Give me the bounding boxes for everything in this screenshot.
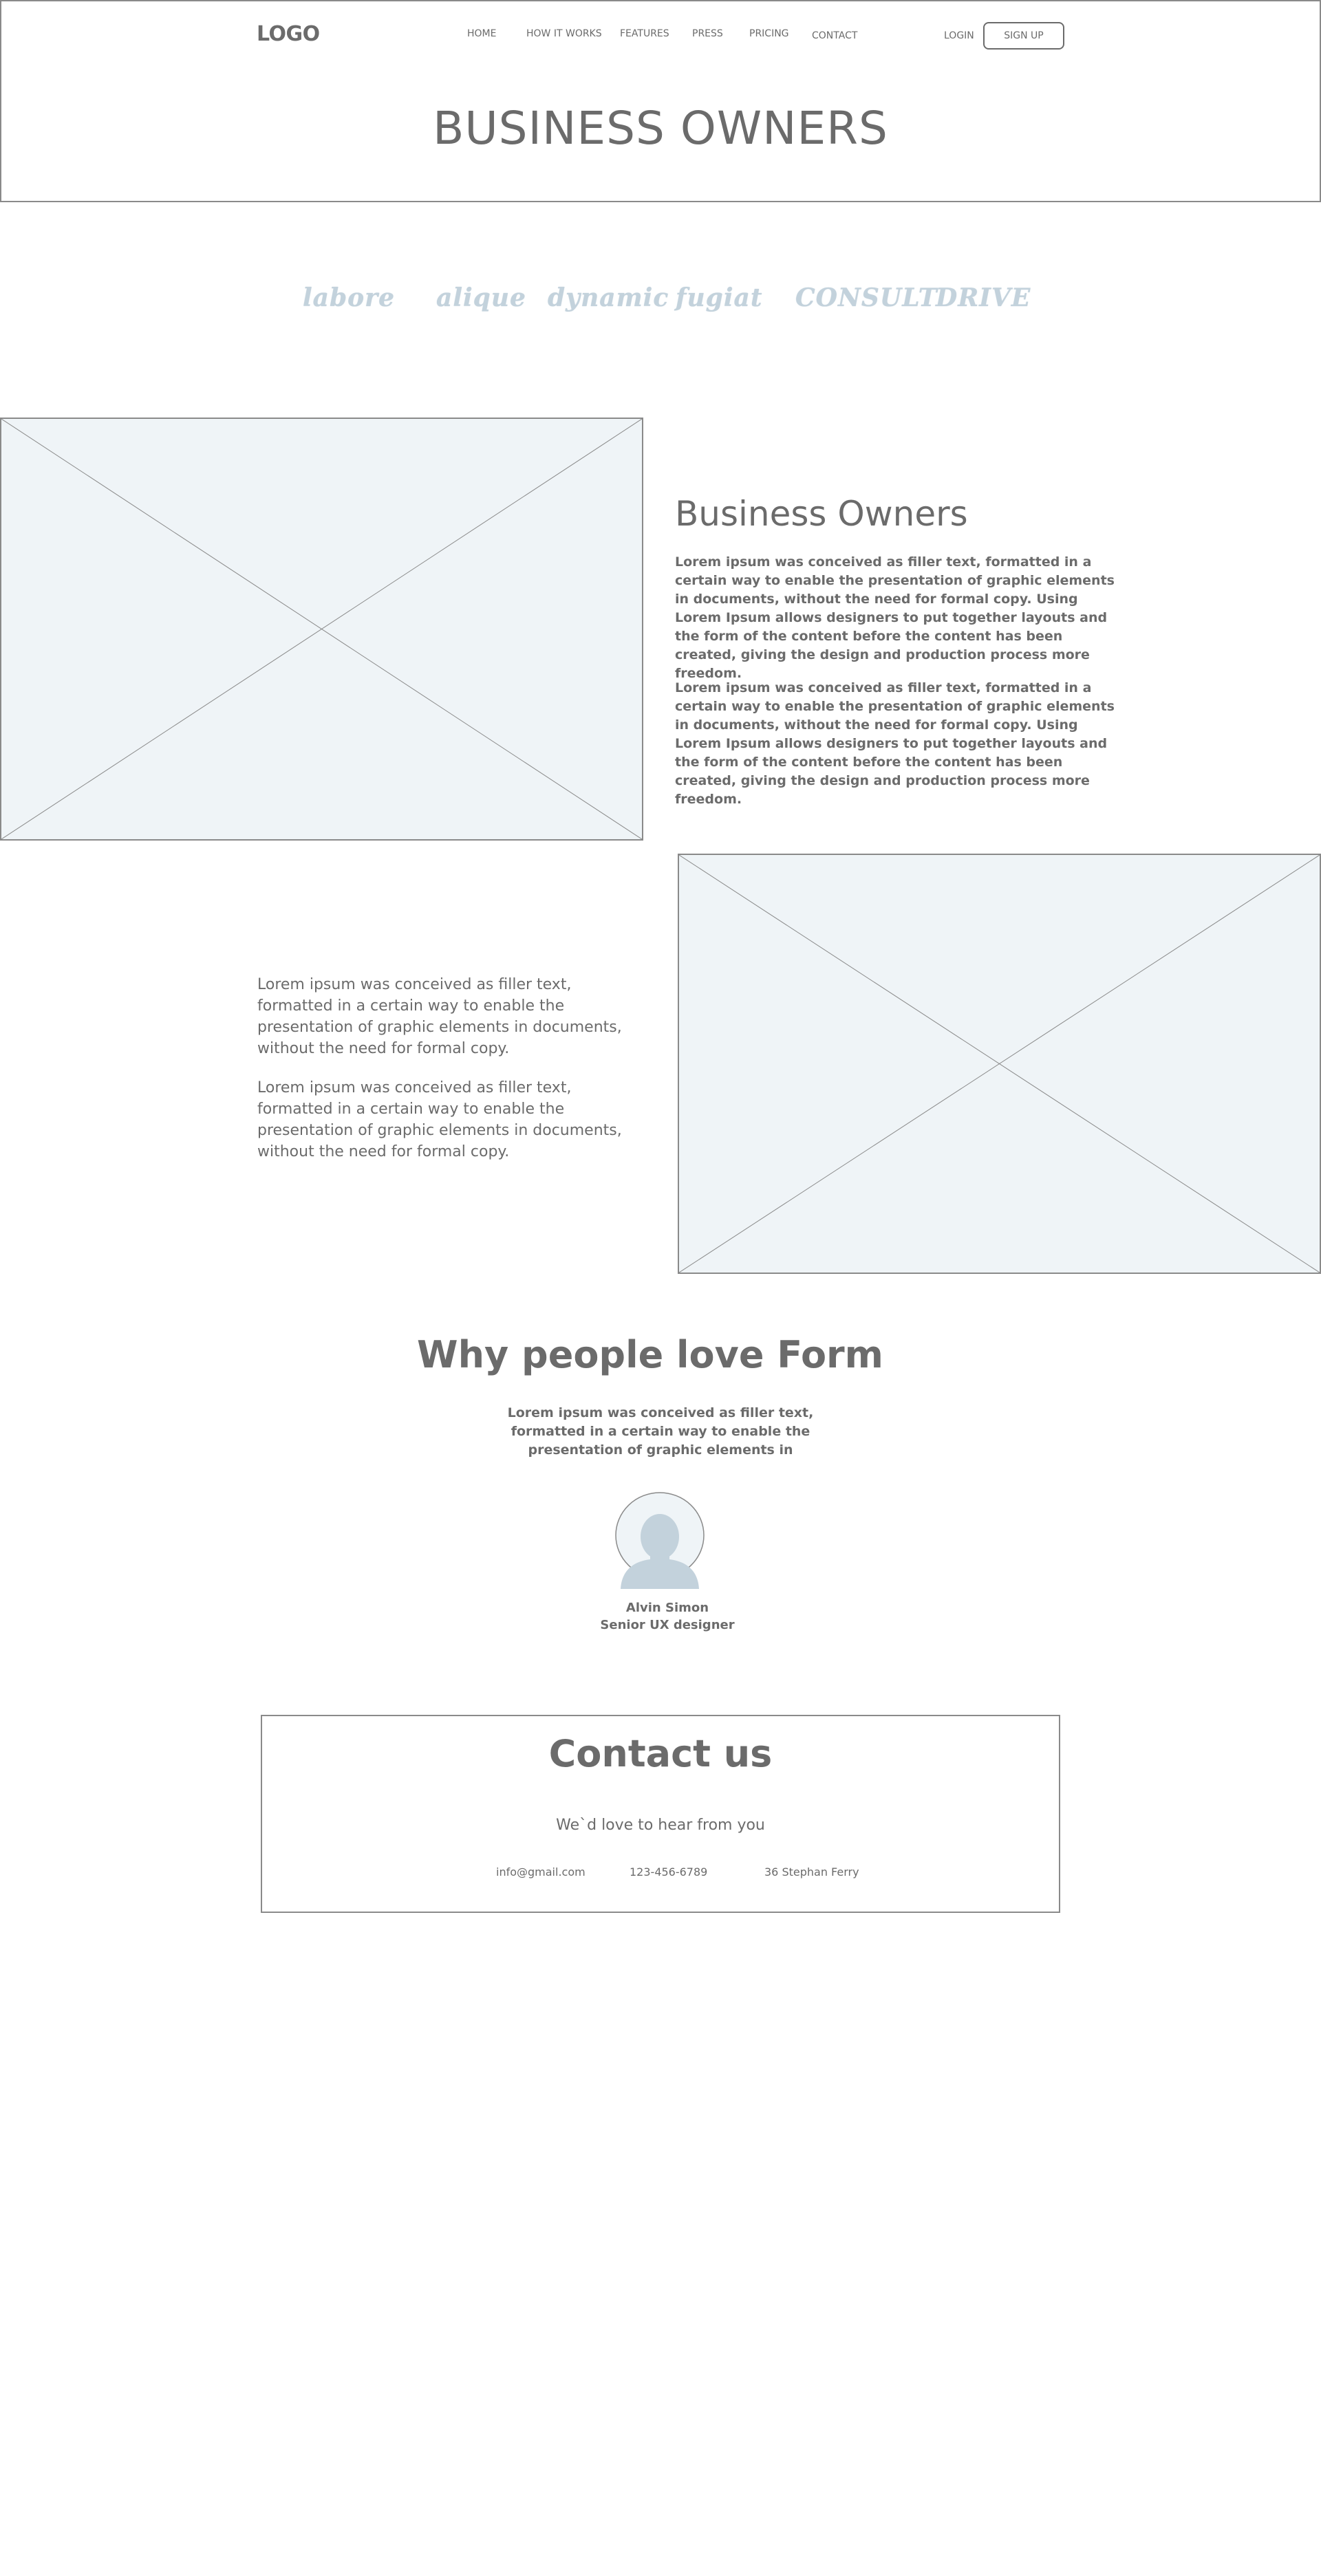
contact-title: Contact us bbox=[548, 1732, 773, 1775]
signup-label: SIGN UP bbox=[1004, 30, 1044, 41]
feature-paragraph-1: Lorem ipsum was conceived as filler text… bbox=[257, 976, 622, 1057]
contact-address: 36 Stephan Ferry bbox=[764, 1865, 859, 1879]
hero-title: BUSINESS OWNERS bbox=[433, 102, 888, 155]
business-title: Business Owners bbox=[675, 494, 968, 534]
image-placeholder-2 bbox=[678, 854, 1321, 1274]
nav-press[interactable]: PRESS bbox=[692, 28, 723, 39]
testimonial-author: Alvin Simon Senior UX designer bbox=[564, 1599, 771, 1634]
business-paragraph-2: Lorem ipsum was conceived as filler text… bbox=[675, 680, 1115, 807]
user-avatar-icon bbox=[615, 1492, 705, 1589]
brand-logo-fugiat: fugiat bbox=[676, 283, 763, 312]
testimonials-subtitle: Lorem ipsum was conceived as filler text… bbox=[507, 1405, 814, 1458]
contact-subtitle: We`d love to hear from you bbox=[556, 1817, 765, 1834]
brand-logo-consult: CONSULT bbox=[795, 283, 938, 312]
feature-paragraph-2: Lorem ipsum was conceived as filler text… bbox=[257, 1079, 622, 1160]
author-name: Alvin Simon bbox=[625, 1601, 709, 1615]
brand-logo-labore: labore bbox=[303, 283, 396, 312]
nav-contact[interactable]: CONTACT bbox=[812, 30, 857, 41]
contact-email[interactable]: info@gmail.com bbox=[496, 1865, 586, 1879]
brand-logo-dynamic: dynamic bbox=[548, 283, 669, 312]
contact-phone[interactable]: 123-456-6789 bbox=[630, 1865, 707, 1879]
signup-button[interactable]: SIGN UP bbox=[983, 22, 1064, 50]
image-placeholder-1 bbox=[0, 418, 643, 841]
brand-logo-alique: alique bbox=[436, 283, 526, 312]
brand-logo-drive: DRIVE bbox=[936, 283, 1031, 312]
nav-how-it-works[interactable]: HOW IT WORKS bbox=[526, 28, 602, 39]
nav-pricing[interactable]: PRICING bbox=[749, 28, 789, 39]
nav-features[interactable]: FEATURES bbox=[620, 28, 669, 39]
business-paragraph-1: Lorem ipsum was conceived as filler text… bbox=[675, 554, 1115, 681]
login-link[interactable]: LOGIN bbox=[944, 30, 974, 41]
avatar bbox=[612, 1491, 707, 1589]
logo[interactable]: LOGO bbox=[257, 22, 320, 46]
nav-home[interactable]: HOME bbox=[467, 28, 496, 39]
testimonials-title: Why people love Form bbox=[417, 1333, 883, 1376]
author-role: Senior UX designer bbox=[600, 1618, 735, 1632]
